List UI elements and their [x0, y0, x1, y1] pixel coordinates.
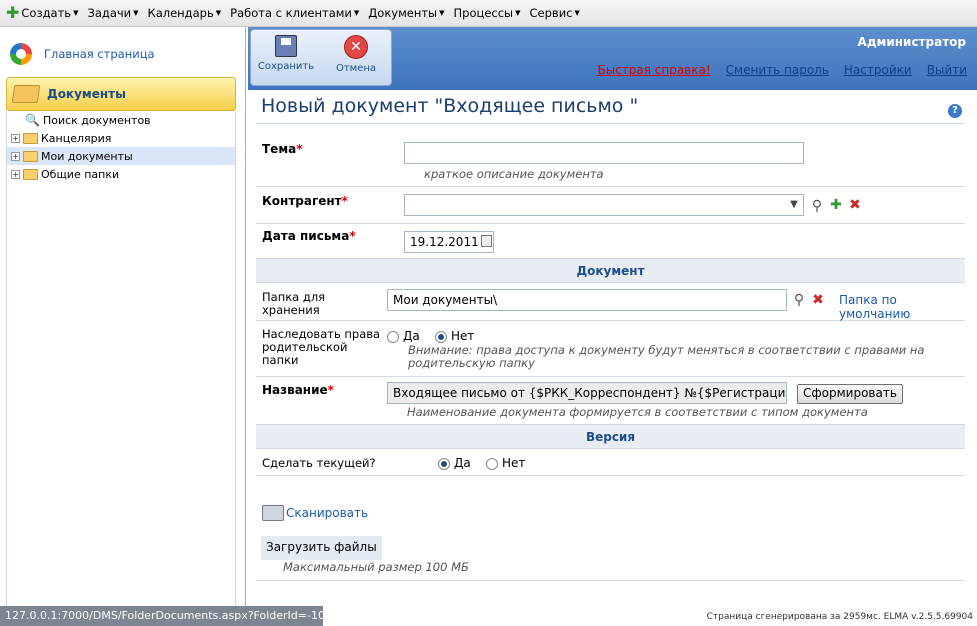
open-folder-icon	[11, 85, 41, 103]
name-hint: Наименование документа формируется в соо…	[407, 405, 868, 419]
settings-link[interactable]: Настройки	[844, 63, 912, 77]
documents-tree: 🔍 Поиск документов + Канцелярия + Мои до…	[6, 111, 236, 625]
menu-documents[interactable]: Документы ▼	[368, 6, 444, 20]
inherit-hint: Внимание: права доступа к документу буду…	[408, 343, 925, 370]
make-current-radio-group: Да Нет	[438, 456, 525, 470]
expand-icon[interactable]: +	[11, 133, 20, 143]
sidebar: Главная страница Документы 🔍 Поиск докум…	[0, 27, 246, 626]
tree-item-search[interactable]: 🔍 Поиск документов	[7, 111, 235, 129]
tree-item-shared-folders[interactable]: + Общие папки	[7, 165, 235, 183]
elma-logo-icon	[10, 43, 32, 65]
chevron-down-icon: ▼	[73, 9, 79, 17]
counterparty-label: Контрагент*	[262, 194, 348, 208]
search-icon[interactable]: ⚲	[791, 292, 807, 308]
counterparty-row: Контрагент* ▼ ⚲ ✚ ✖	[256, 187, 965, 224]
inherit-label: Наследовать права родительской папки	[262, 327, 381, 367]
section-version-header: Версия	[256, 424, 965, 449]
default-folder-link[interactable]: Папка по умолчанию	[839, 293, 965, 321]
toolbar: Сохранить ✕ Отмена	[250, 29, 392, 86]
add-icon[interactable]: ✚	[828, 197, 844, 213]
delete-icon[interactable]: ✖	[847, 197, 863, 213]
make-current-yes-radio[interactable]: Да	[438, 456, 471, 470]
chevron-down-icon: ▼	[133, 9, 139, 17]
browser-status-bar: 127.0.0.1:7000/DMS/FolderDocuments.aspx?…	[0, 606, 323, 626]
chevron-down-icon: ▼	[515, 9, 521, 17]
footer-info: Страница сгенерирована за 2959мс. ELMA v…	[706, 612, 973, 622]
folder-icon	[23, 168, 38, 180]
tree-item-office[interactable]: + Канцелярия	[7, 129, 235, 147]
make-current-no-radio[interactable]: Нет	[486, 456, 525, 470]
calendar-icon[interactable]	[481, 235, 492, 247]
folder-icon	[23, 132, 38, 144]
make-current-row: Сделать текущей? Да Нет	[256, 450, 965, 476]
folder-input[interactable]: Мои документы\	[387, 289, 787, 311]
tree-item-my-documents[interactable]: + Мои документы	[7, 147, 235, 165]
change-password-link[interactable]: Сменить пароль	[726, 63, 829, 77]
save-button[interactable]: Сохранить	[251, 30, 321, 85]
sidebar-section-documents[interactable]: Документы	[6, 77, 236, 111]
inherit-row: Наследовать права родительской папки Да …	[256, 321, 965, 377]
folder-label: Папка для хранения	[262, 290, 326, 317]
scanner-icon	[262, 505, 284, 521]
expand-icon[interactable]: +	[11, 169, 20, 179]
close-icon: ✕	[344, 35, 368, 59]
subject-label: Тема*	[262, 142, 303, 156]
chevron-down-icon: ▼	[574, 9, 580, 17]
date-row: Дата письма* 19.12.2011	[256, 224, 965, 258]
menu-calendar[interactable]: Календарь ▼	[148, 6, 222, 20]
home-link[interactable]: Главная страница	[10, 43, 155, 65]
delete-icon[interactable]: ✖	[810, 292, 826, 308]
main-menu-bar: ✚ Создать ▼ Задачи ▼ Календарь ▼ Работа с к…	[0, 0, 977, 27]
subject-row: Тема* краткое описание документа	[256, 124, 965, 187]
search-icon[interactable]: ⚲	[809, 198, 825, 214]
scan-link[interactable]: Сканировать	[262, 505, 368, 521]
counterparty-select[interactable]	[404, 194, 804, 216]
header-links: Быстрая справка! Сменить пароль Настройк…	[582, 63, 967, 77]
logout-link[interactable]: Выйти	[927, 63, 967, 77]
name-row: Название* Входящее письмо от {$РКК_Корре…	[256, 377, 965, 425]
main-content: Сохранить ✕ Отмена Администратор Быстрая…	[248, 27, 977, 626]
floppy-disk-icon	[275, 35, 297, 57]
menu-tasks[interactable]: Задачи ▼	[87, 6, 138, 20]
menu-create[interactable]: ✚ Создать ▼	[6, 5, 78, 21]
cancel-button[interactable]: ✕ Отмена	[321, 30, 391, 85]
inherit-no-radio[interactable]: Нет	[435, 329, 474, 343]
name-input[interactable]: Входящее письмо от {$РКК_Корреспондент} …	[387, 382, 787, 404]
name-label: Название*	[262, 383, 334, 397]
make-current-label: Сделать текущей?	[262, 456, 376, 470]
chevron-down-icon: ▼	[353, 9, 360, 17]
user-name: Администратор	[857, 35, 966, 49]
page-title: Новый документ "Входящее письмо "	[261, 95, 639, 117]
menu-clients[interactable]: Работа с клиентами ▼	[230, 6, 359, 20]
divider	[256, 580, 965, 581]
help-icon[interactable]: ?	[948, 104, 962, 118]
folder-row: Папка для хранения Мои документы\ ⚲ ✖ Па…	[256, 284, 965, 321]
date-label: Дата письма*	[262, 229, 356, 243]
subject-hint: краткое описание документа	[424, 167, 604, 181]
search-icon: 🔍	[25, 113, 40, 127]
expand-icon[interactable]: +	[11, 151, 20, 161]
chevron-down-icon: ▼	[215, 9, 222, 17]
header-bar: Сохранить ✕ Отмена Администратор Быстрая…	[248, 27, 977, 90]
plus-icon: ✚	[6, 3, 20, 22]
menu-processes[interactable]: Процессы ▼	[454, 6, 521, 20]
section-document-header: Документ	[256, 258, 965, 283]
upload-files-button[interactable]: Загрузить файлы	[261, 536, 382, 560]
inherit-radio-group: Да Нет	[387, 329, 474, 343]
generate-name-button[interactable]: Сформировать	[797, 384, 903, 404]
quick-help-link[interactable]: Быстрая справка!	[597, 63, 710, 77]
chevron-down-icon[interactable]: ▼	[786, 196, 802, 214]
menu-service[interactable]: Сервис ▼	[530, 6, 580, 20]
chevron-down-icon: ▼	[439, 9, 445, 17]
subject-input[interactable]	[404, 142, 804, 164]
max-size-hint: Максимальный размер 100 МБ	[283, 560, 469, 574]
folder-icon	[23, 150, 38, 162]
inherit-yes-radio[interactable]: Да	[387, 329, 420, 343]
